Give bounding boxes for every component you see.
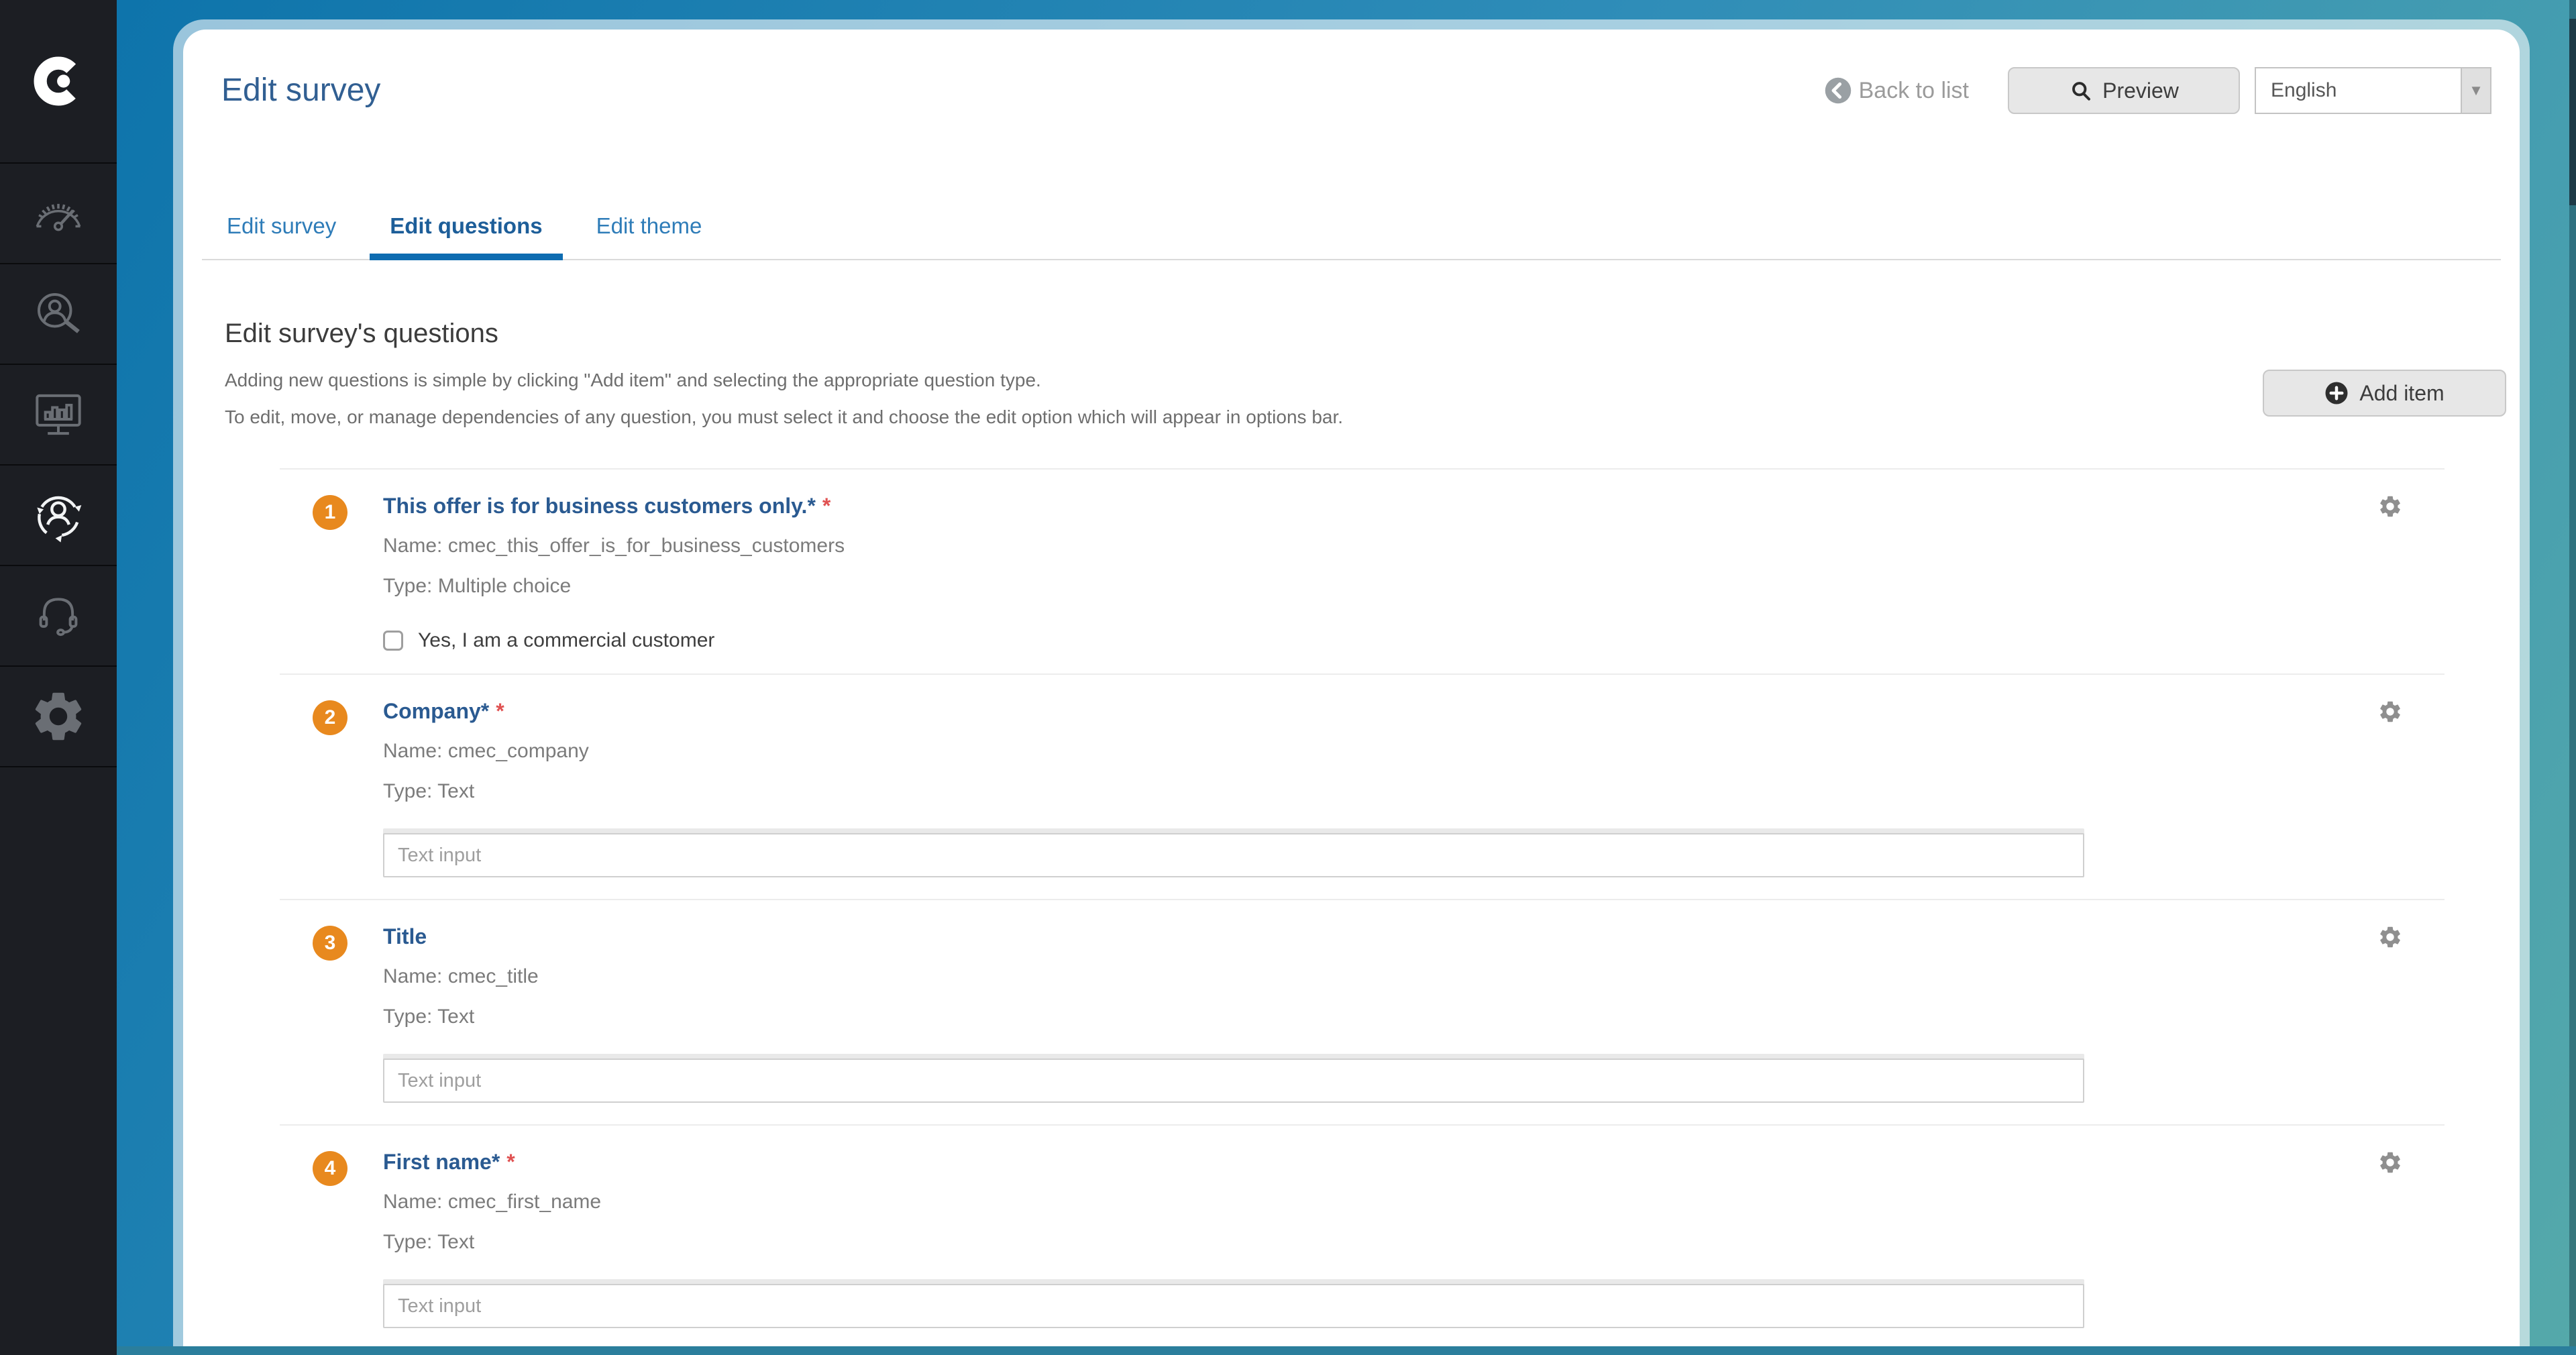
tab-bar: Edit survey Edit questions Edit theme	[202, 212, 2501, 260]
question-title-text: Title	[383, 924, 427, 949]
text-input-field[interactable]	[383, 833, 2084, 877]
back-to-list-link[interactable]: Back to list	[1824, 76, 1969, 105]
preview-label: Preview	[2102, 78, 2179, 103]
question-name-line: Name: cmec_first_name	[383, 1190, 2445, 1214]
monitor-chart-icon	[29, 385, 88, 444]
sidebar-item-reports[interactable]	[0, 365, 117, 466]
question-widget	[383, 1284, 2445, 1328]
question-body: First name** Name: cmec_first_name Type:…	[383, 1148, 2445, 1328]
sidebar-item-user-lifecycle[interactable]	[0, 466, 117, 566]
question-row-1[interactable]: 1 This offer is for business customers o…	[280, 468, 2445, 673]
choice-option-row: Yes, I am a commercial customer	[383, 629, 2445, 652]
header-controls: Back to list Preview English ▼	[1824, 67, 2491, 114]
question-title-text: First name*	[383, 1150, 500, 1174]
plus-circle-icon	[2324, 381, 2349, 405]
choice-label: Yes, I am a commercial customer	[418, 629, 714, 652]
question-number-badge: 4	[313, 1151, 347, 1186]
question-settings-icon[interactable]	[2377, 1150, 2403, 1175]
sidebar-item-logo[interactable]	[0, 0, 117, 164]
question-number-badge: 2	[313, 700, 347, 735]
user-sync-icon	[29, 486, 88, 545]
question-title[interactable]: Company* *	[383, 698, 2445, 724]
app-sidebar	[0, 0, 117, 1355]
tab-edit-survey[interactable]: Edit survey	[207, 212, 356, 260]
sidebar-item-dashboard[interactable]	[0, 164, 117, 264]
dashboard-gauge-icon	[29, 184, 88, 243]
question-type-line: Type: Text	[383, 779, 2445, 804]
question-title[interactable]: Title	[383, 923, 2445, 950]
logo-icon	[26, 49, 91, 113]
question-title-text: This offer is for business customers onl…	[383, 494, 816, 518]
settings-gear-icon	[29, 687, 88, 746]
question-type-line: Type: Text	[383, 1005, 2445, 1029]
question-row-3[interactable]: 3 Title Name: cmec_title Type: Text	[280, 899, 2445, 1124]
sidebar-item-support[interactable]	[0, 566, 117, 667]
question-title[interactable]: This offer is for business customers onl…	[383, 492, 2445, 519]
horizontal-scrollbar[interactable]	[117, 1346, 2576, 1355]
language-selected-value: English	[2256, 68, 2461, 113]
required-asterisk: *	[822, 494, 830, 518]
card-header: Edit survey Back to list	[183, 30, 2520, 114]
language-select[interactable]: English ▼	[2255, 67, 2491, 114]
tab-edit-questions[interactable]: Edit questions	[370, 212, 562, 260]
section-description-line1: Adding new questions is simple by clicki…	[225, 369, 2482, 391]
sidebar-item-settings[interactable]	[0, 667, 117, 767]
vertical-scrollbar-thumb[interactable]	[2569, 19, 2576, 205]
section-description-line2: To edit, move, or manage dependencies of…	[225, 406, 2482, 428]
question-type-line: Type: Text	[383, 1230, 2445, 1254]
add-item-button[interactable]: Add item	[2263, 370, 2506, 417]
question-name-line: Name: cmec_company	[383, 739, 2445, 763]
question-type-line: Type: Multiple choice	[383, 574, 2445, 598]
question-row-2[interactable]: 2 Company* * Name: cmec_company Type: Tex…	[280, 673, 2445, 899]
text-input-field[interactable]	[383, 1284, 2084, 1328]
sidebar-item-user-search[interactable]	[0, 264, 117, 365]
question-number-badge: 1	[313, 495, 347, 530]
question-widget	[383, 1059, 2445, 1103]
question-settings-icon[interactable]	[2377, 494, 2403, 519]
add-item-label: Add item	[2359, 381, 2444, 406]
question-body: This offer is for business customers onl…	[383, 492, 2445, 652]
back-circle-icon	[1824, 76, 1852, 105]
question-settings-icon[interactable]	[2377, 699, 2403, 724]
tab-edit-theme[interactable]: Edit theme	[576, 212, 722, 260]
required-asterisk: *	[496, 699, 504, 723]
questions-section: Edit survey's questions Add item Adding …	[183, 317, 2520, 1350]
question-list: 1 This offer is for business customers o…	[280, 468, 2445, 1350]
choice-checkbox[interactable]	[383, 631, 403, 651]
question-widget	[383, 833, 2445, 877]
user-search-icon	[29, 284, 88, 343]
question-settings-icon[interactable]	[2377, 924, 2403, 950]
question-body: Company* * Name: cmec_company Type: Text	[383, 698, 2445, 877]
search-icon	[2069, 78, 2093, 103]
question-number-badge: 3	[313, 926, 347, 961]
support-headset-icon	[29, 586, 88, 645]
section-heading: Edit survey's questions	[225, 317, 2482, 350]
edit-survey-card: Edit survey Back to list	[183, 30, 2520, 1355]
question-name-line: Name: cmec_title	[383, 965, 2445, 989]
workspace-background: Edit survey Back to list	[117, 0, 2576, 1355]
question-row-4[interactable]: 4 First name** Name: cmec_first_name Typ…	[280, 1124, 2445, 1350]
chevron-down-icon: ▼	[2461, 68, 2490, 113]
preview-button[interactable]: Preview	[2008, 67, 2240, 114]
question-name-line: Name: cmec_this_offer_is_for_business_cu…	[383, 534, 2445, 558]
required-asterisk: *	[506, 1150, 515, 1174]
question-title[interactable]: First name**	[383, 1148, 2445, 1175]
page-title: Edit survey	[221, 70, 1824, 111]
text-input-field[interactable]	[383, 1059, 2084, 1103]
back-to-list-label: Back to list	[1859, 78, 1969, 104]
question-body: Title Name: cmec_title Type: Text	[383, 923, 2445, 1103]
card-outer-edge: Edit survey Back to list	[173, 19, 2530, 1355]
question-title-text: Company*	[383, 699, 489, 723]
vertical-scrollbar[interactable]	[2569, 0, 2576, 1355]
